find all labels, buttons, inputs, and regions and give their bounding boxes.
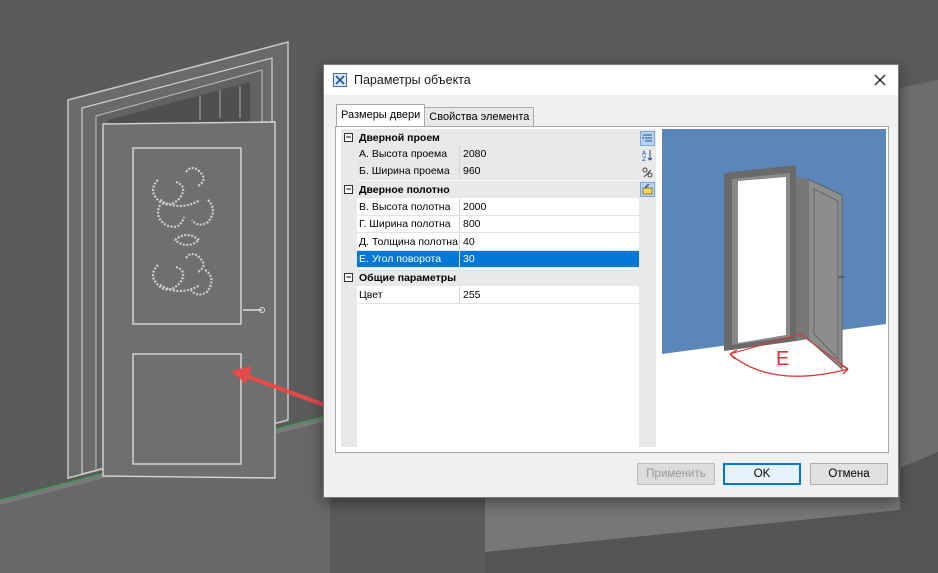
category-door-opening[interactable]: − Дверной проем	[341, 129, 639, 146]
collapse-icon[interactable]: −	[344, 273, 353, 282]
property-value[interactable]: 30	[459, 251, 639, 268]
dialog-titlebar[interactable]: Параметры объекта	[324, 65, 898, 95]
property-name: Д. Толщина полотна	[357, 234, 459, 251]
property-value[interactable]: 2000	[459, 199, 639, 216]
property-row-selected[interactable]: Е. Угол поворота 30	[341, 251, 639, 268]
ok-button[interactable]: OK	[723, 463, 801, 485]
property-row[interactable]: В. Высота полотна 2000	[341, 199, 639, 216]
property-grid[interactable]: − Дверной проем А. Высота проема 2080 Б.…	[341, 129, 639, 447]
property-row[interactable]: Г. Ширина полотна 800	[341, 216, 639, 233]
dialog-title: Параметры объекта	[354, 73, 471, 87]
collapse-icon[interactable]: −	[344, 133, 353, 142]
property-value[interactable]: 40	[459, 234, 639, 251]
property-row[interactable]: Цвет 255	[341, 287, 639, 304]
tab-element-properties[interactable]: Свойства элемента	[424, 107, 535, 126]
category-label: Дверное полотно	[359, 183, 450, 196]
apply-button[interactable]: Применить	[637, 463, 715, 485]
tab-panel: − Дверной проем А. Высота проема 2080 Б.…	[335, 126, 889, 453]
property-name: Б. Ширина проема	[357, 163, 459, 180]
property-value: 960	[459, 163, 639, 180]
object-parameters-dialog: Параметры объекта Размеры двери Свойства…	[323, 64, 899, 498]
property-value[interactable]: 800	[459, 216, 639, 233]
sort-alphabetical-icon[interactable]: AZ	[640, 148, 655, 163]
property-name: Е. Угол поворота	[357, 251, 459, 268]
door-preview-image: E	[662, 129, 886, 449]
property-name: В. Высота полотна	[357, 199, 459, 216]
category-label: Дверной проем	[359, 131, 440, 144]
angle-label: E	[776, 348, 789, 370]
app-logo-icon	[332, 72, 348, 88]
category-label: Общие параметры	[359, 271, 457, 284]
property-value[interactable]: 255	[459, 287, 639, 304]
property-value: 2080	[459, 146, 639, 163]
category-door-leaf[interactable]: − Дверное полотно	[341, 181, 639, 198]
property-row[interactable]: А. Высота проема 2080	[341, 146, 639, 163]
svg-text:Z: Z	[642, 156, 646, 162]
property-name: А. Высота проема	[357, 146, 459, 163]
property-pages-icon[interactable]	[640, 165, 655, 180]
categorized-icon[interactable]	[640, 131, 655, 146]
property-name: Цвет	[357, 287, 459, 304]
property-row[interactable]: Б. Ширина проема 960	[341, 163, 639, 180]
grid-toolstrip: AZ	[639, 129, 656, 447]
collapse-icon[interactable]: −	[344, 185, 353, 194]
category-general[interactable]: − Общие параметры	[341, 269, 639, 286]
properties-icon[interactable]	[640, 182, 655, 197]
cancel-button[interactable]: Отмена	[810, 463, 888, 485]
close-icon[interactable]	[868, 68, 892, 92]
tab-door-dimensions[interactable]: Размеры двери	[336, 104, 426, 126]
property-row[interactable]: Д. Толщина полотна 40	[341, 234, 639, 251]
property-name: Г. Ширина полотна	[357, 216, 459, 233]
tab-bar: Размеры двери Свойства элемента	[336, 104, 535, 126]
